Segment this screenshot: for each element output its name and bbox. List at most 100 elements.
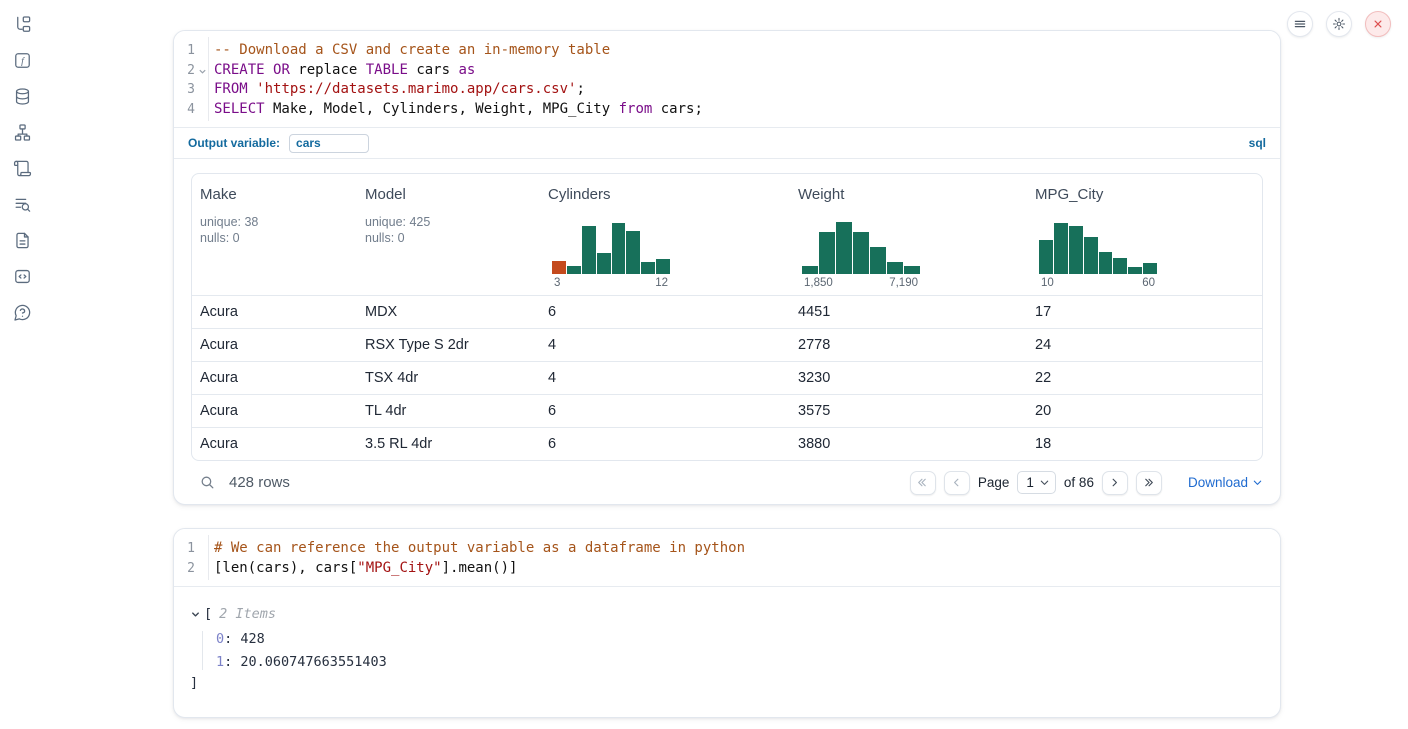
histogram-bar [1054, 223, 1068, 274]
code-text: -- Download a CSV and create an in-memor… [195, 41, 610, 61]
table-row: AcuraTSX 4dr4323022 [192, 361, 1262, 394]
column-header-cylinders[interactable]: Cylinders 312 [540, 174, 790, 295]
column-unique-stat: unique: 425 [365, 214, 532, 230]
output-variable-label: Output variable: [188, 136, 280, 150]
documentation-icon[interactable] [13, 231, 32, 250]
collapse-chevron-icon[interactable] [190, 609, 201, 620]
histogram-bar [626, 231, 640, 274]
table-cell: 18 [1027, 436, 1262, 452]
column-header-mpg_city[interactable]: MPG_City1060 [1027, 174, 1262, 295]
file-tree-icon[interactable] [13, 15, 32, 34]
help-icon[interactable] [13, 303, 32, 322]
fold-chevron-icon[interactable] [198, 67, 207, 76]
chevrons-right-icon [1142, 476, 1155, 489]
download-button[interactable]: Download [1188, 475, 1263, 490]
table-cell: Acura [192, 337, 357, 353]
tree-entry-key: 1 [216, 654, 224, 670]
code-line: 4SELECT Make, Model, Cylinders, Weight, … [174, 100, 1280, 120]
code-line: 1-- Download a CSV and create an in-memo… [174, 41, 1280, 61]
table-cell: 22 [1027, 370, 1262, 386]
table-cell: TSX 4dr [357, 370, 540, 386]
menu-button[interactable] [1287, 11, 1313, 37]
histogram-bar [904, 266, 920, 274]
histogram-bar [597, 253, 611, 274]
column-histogram: 1,850 7,190 [802, 219, 920, 289]
settings-button[interactable] [1326, 11, 1352, 37]
code-text: CREATE OR replace TABLE cars as [195, 61, 475, 81]
table-cell: 24 [1027, 337, 1262, 353]
search-icon[interactable] [199, 474, 216, 491]
histogram-bar [641, 262, 655, 274]
chevron-left-icon [950, 476, 963, 489]
line-number: 3 [174, 80, 195, 100]
table-cell: 3230 [790, 370, 1027, 386]
column-header-make[interactable]: Makeunique: 38nulls: 0 [192, 174, 357, 295]
shutdown-button[interactable] [1365, 11, 1391, 37]
table-cell: TL 4dr [357, 403, 540, 419]
python-cell: 1# We can reference the output variable … [173, 528, 1281, 718]
histogram-bars [802, 219, 920, 274]
table-cell: RSX Type S 2dr [357, 337, 540, 353]
table-cell: 2778 [790, 337, 1027, 353]
table-cell: 3575 [790, 403, 1027, 419]
table-row: AcuraRSX Type S 2dr4277824 [192, 328, 1262, 361]
code-line: 1# We can reference the output variable … [174, 539, 1280, 559]
chevron-down-icon [1252, 477, 1263, 488]
table-cell: 6 [540, 403, 790, 419]
close-icon [1371, 17, 1385, 31]
database-icon[interactable] [13, 87, 32, 106]
histogram-bar [1128, 267, 1142, 274]
chevron-right-icon [1108, 476, 1121, 489]
tree-entries: 0: 4281: 20.060747663551403 [190, 628, 1264, 673]
histogram-bar [612, 223, 626, 274]
column-name: Cylinders [548, 186, 782, 203]
column-header-weight[interactable]: Weight1,8507,190 [790, 174, 1027, 295]
download-label: Download [1188, 475, 1248, 490]
page-label: Page [978, 475, 1010, 490]
histogram-labels: 1060 [1039, 277, 1157, 289]
sql-editor[interactable]: 1-- Download a CSV and create an in-memo… [174, 31, 1280, 127]
dependency-graph-icon[interactable] [13, 123, 32, 142]
page-total: of 86 [1064, 475, 1094, 490]
table-cell: Acura [192, 403, 357, 419]
column-header-model[interactable]: Modelunique: 425nulls: 0 [357, 174, 540, 295]
table-cell: Acura [192, 370, 357, 386]
python-editor[interactable]: 1# We can reference the output variable … [174, 529, 1280, 586]
histogram-bar [567, 266, 581, 274]
histogram-min-label: 1,850 [804, 277, 833, 289]
histogram-bar [1099, 252, 1113, 274]
histogram-bar [656, 259, 670, 274]
histogram-labels: 312 [552, 277, 670, 289]
gear-icon [1332, 17, 1346, 31]
variables-icon[interactable]: f [13, 51, 32, 70]
divider [174, 158, 1280, 159]
table-body: AcuraMDX6445117AcuraRSX Type S 2dr427782… [192, 295, 1262, 460]
table-cell: 6 [540, 436, 790, 452]
output-variable-input[interactable] [289, 134, 369, 153]
page-select[interactable]: 1 [1017, 471, 1056, 494]
code-line: 2CREATE OR replace TABLE cars as [174, 61, 1280, 81]
snippets-icon[interactable] [13, 267, 32, 286]
first-page-button[interactable] [910, 471, 936, 495]
sql-cell: 1 -- Download a CSV and create an in-memo… [173, 30, 1281, 505]
notebook-actions [1287, 11, 1391, 37]
last-page-button[interactable] [1136, 471, 1162, 495]
close-bracket: ] [190, 673, 1264, 693]
tree-root-row: [ 2 Items [190, 604, 1264, 624]
histogram-max-label: 7,190 [889, 277, 918, 289]
tree-entry: 0: 428 [216, 628, 1264, 651]
language-badge[interactable]: sql [1249, 136, 1266, 150]
table-row: AcuraMDX6445117 [192, 295, 1262, 328]
chevrons-left-icon [916, 476, 929, 489]
items-count-label: 2 Items [219, 604, 276, 624]
histogram-bar [1039, 240, 1053, 274]
next-page-button[interactable] [1102, 471, 1128, 495]
table-cell: Acura [192, 436, 357, 452]
histogram-bars [552, 219, 670, 274]
column-name: Model [365, 186, 532, 203]
table-footer: 428 rows Page 1 of 86 [174, 461, 1280, 504]
previous-page-button[interactable] [944, 471, 970, 495]
line-number: 2 [174, 61, 195, 81]
logs-icon[interactable] [13, 195, 32, 214]
scratchpad-icon[interactable] [13, 159, 32, 178]
